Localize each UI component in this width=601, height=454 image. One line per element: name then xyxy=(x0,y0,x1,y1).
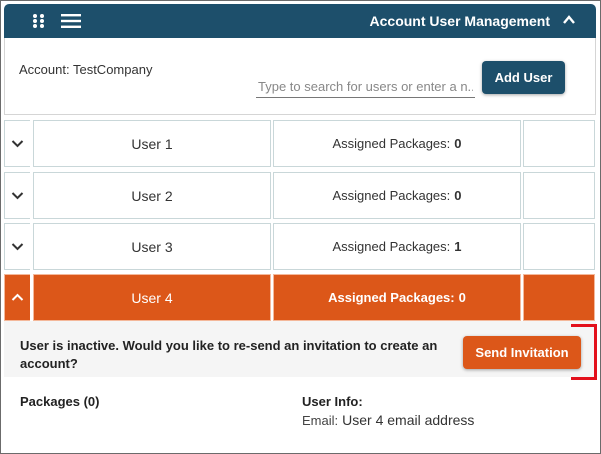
expand-toggle[interactable] xyxy=(4,172,30,219)
row-actions-cell xyxy=(523,274,595,321)
email-label: Email: xyxy=(302,413,339,428)
assigned-packages-label: Assigned Packages: xyxy=(332,239,451,254)
row-actions-cell xyxy=(523,120,595,167)
page-title: Account User Management xyxy=(369,13,550,29)
expand-toggle[interactable] xyxy=(4,223,30,270)
assigned-packages-label: Assigned Packages: xyxy=(332,188,451,203)
expand-toggle[interactable] xyxy=(4,120,30,167)
add-user-button[interactable]: Add User xyxy=(482,61,565,94)
assigned-packages-count: 0 xyxy=(458,290,466,305)
user-info-heading: User Info: xyxy=(302,394,363,409)
assigned-packages-label: Assigned Packages: xyxy=(328,290,455,305)
hamburger-menu-icon[interactable] xyxy=(61,14,81,28)
assigned-packages-label: Assigned Packages: xyxy=(332,136,451,151)
user-row[interactable]: User 2 Assigned Packages: 0 xyxy=(4,172,596,219)
account-label: Account: TestCompany xyxy=(19,62,153,77)
assigned-packages-count: 0 xyxy=(454,188,462,203)
assigned-packages: Assigned Packages: 0 xyxy=(273,274,521,321)
inactive-user-notice: User is inactive. Would you like to re-s… xyxy=(4,321,596,377)
email-value: User 4 email address xyxy=(342,412,475,428)
assigned-packages: Assigned Packages: 1 xyxy=(273,223,521,270)
chevron-up-icon xyxy=(11,293,24,301)
collapse-toggle[interactable] xyxy=(4,274,30,321)
packages-heading: Packages (0) xyxy=(20,394,100,409)
user-row[interactable]: User 3 Assigned Packages: 1 xyxy=(4,223,596,270)
chevron-up-icon[interactable] xyxy=(562,14,576,26)
email-line: Email: User 4 email address xyxy=(302,412,474,428)
assigned-packages: Assigned Packages: 0 xyxy=(273,172,521,219)
row-actions-cell xyxy=(523,223,595,270)
assigned-packages-count: 0 xyxy=(454,136,462,151)
user-row-selected[interactable]: User 4 Assigned Packages: 0 xyxy=(4,274,596,321)
assigned-packages-count: 1 xyxy=(454,239,462,254)
chevron-down-icon xyxy=(11,192,24,200)
user-name: User 1 xyxy=(33,120,271,167)
user-row[interactable]: User 1 Assigned Packages: 0 xyxy=(4,120,596,167)
header-bar: Account User Management xyxy=(4,4,596,38)
send-invitation-button[interactable]: Send Invitation xyxy=(463,336,581,369)
chevron-down-icon xyxy=(11,140,24,148)
account-bar: Account: TestCompany Add User xyxy=(4,38,596,115)
apps-grid-icon[interactable] xyxy=(32,13,46,29)
highlight-bracket xyxy=(571,324,597,380)
row-actions-cell xyxy=(523,172,595,219)
app-frame: Account User Management Account: TestCom… xyxy=(0,0,601,454)
search-input[interactable] xyxy=(256,76,475,98)
user-name: User 4 xyxy=(33,274,271,321)
assigned-packages: Assigned Packages: 0 xyxy=(273,120,521,167)
chevron-down-icon xyxy=(11,243,24,251)
user-name: User 3 xyxy=(33,223,271,270)
user-name: User 2 xyxy=(33,172,271,219)
notice-text: User is inactive. Would you like to re-s… xyxy=(20,338,438,371)
